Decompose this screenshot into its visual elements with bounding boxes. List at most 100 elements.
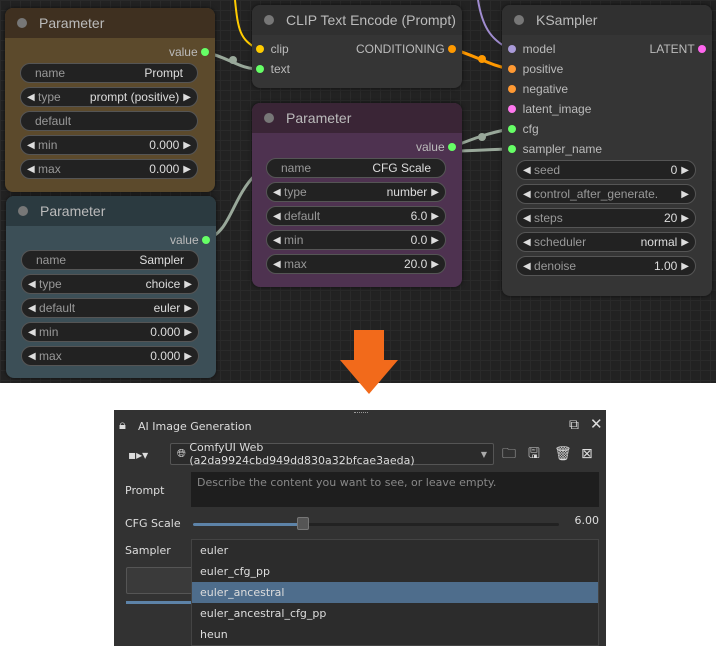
widget-default[interactable]: ◀ default 6.0 ▶ — [266, 206, 446, 226]
widget-control-after-generate[interactable]: ◀ control_after_generate. ▶ — [516, 184, 696, 204]
widget-max[interactable]: ◀ max 0.000 ▶ — [20, 159, 198, 179]
widget-steps[interactable]: ◀ steps 20 ▶ — [516, 208, 696, 228]
parameter-node-prompt[interactable]: Parameter value name Prompt ◀ type prompt … — [5, 8, 215, 192]
widget-max[interactable]: ◀ max 20.0 ▶ — [266, 254, 446, 274]
input-dot-icon[interactable] — [508, 105, 516, 113]
workspace-switch-icon[interactable]: ▪▸▾ — [128, 447, 148, 463]
sampler-dropdown-list[interactable]: euler euler_cfg_pp euler_ancestral euler_an… — [191, 539, 599, 646]
arrow-right-icon[interactable]: ▶ — [184, 351, 192, 362]
output-dot-icon[interactable] — [202, 236, 210, 244]
arrow-left-icon[interactable]: ◀ — [523, 165, 531, 176]
input-dot-icon[interactable] — [508, 65, 516, 73]
widget-denoise[interactable]: ◀ denoise 1.00 ▶ — [516, 256, 696, 276]
widget-seed[interactable]: ◀ seed 0 ▶ — [516, 160, 696, 180]
input-dot-icon[interactable] — [508, 45, 516, 53]
widget-min[interactable]: ◀ min 0.000 ▶ — [20, 135, 198, 155]
arrow-left-icon[interactable]: ◀ — [28, 279, 36, 290]
widget-min[interactable]: ◀ min 0.0 ▶ — [266, 230, 446, 250]
input-dot-icon[interactable] — [508, 145, 516, 153]
prompt-input[interactable]: Describe the content you want to see, or… — [191, 472, 599, 507]
arrow-left-icon[interactable]: ◀ — [523, 261, 531, 272]
widget-label: type — [38, 90, 61, 104]
arrow-right-icon[interactable]: ▶ — [681, 165, 689, 176]
widget-max[interactable]: ◀ max 0.000 ▶ — [21, 346, 199, 366]
sampler-option[interactable]: euler_ancestral_cfg_pp — [192, 603, 598, 624]
arrow-left-icon[interactable]: ◀ — [273, 235, 281, 246]
delete-icon[interactable]: 🗑︎ — [554, 446, 572, 462]
widget-type[interactable]: ◀ type number ▶ — [266, 182, 446, 202]
output-dot-icon[interactable] — [201, 48, 209, 56]
arrow-right-icon[interactable]: ▶ — [183, 92, 191, 103]
drag-handle[interactable] — [354, 412, 368, 414]
arrow-right-icon[interactable]: ▶ — [183, 140, 191, 151]
arrow-left-icon[interactable]: ◀ — [523, 237, 531, 248]
arrow-right-icon[interactable]: ▶ — [681, 261, 689, 272]
cfg-scale-slider[interactable] — [193, 523, 559, 526]
arrow-left-icon[interactable]: ◀ — [523, 213, 531, 224]
arrow-right-icon[interactable]: ▶ — [184, 327, 192, 338]
clip-text-encode-node[interactable]: CLIP Text Encode (Prompt) clip text COND… — [252, 5, 462, 88]
sampler-option[interactable]: euler_cfg_pp — [192, 561, 598, 582]
ksampler-node[interactable]: KSampler LATENT model positive negative … — [502, 5, 712, 296]
arrow-left-icon[interactable]: ◀ — [27, 92, 35, 103]
output-dot-icon[interactable] — [448, 45, 456, 53]
arrow-left-icon[interactable]: ◀ — [27, 164, 35, 175]
collapse-dot-icon[interactable] — [264, 113, 274, 123]
arrow-left-icon[interactable]: ◀ — [28, 351, 36, 362]
cfg-slider-handle[interactable] — [296, 517, 309, 530]
arrow-right-icon[interactable]: ▶ — [183, 164, 191, 175]
widget-type[interactable]: ◀ type prompt (positive) ▶ — [20, 87, 198, 107]
arrow-left-icon[interactable]: ◀ — [273, 259, 281, 270]
widget-label: default — [284, 209, 321, 223]
arrow-left-icon[interactable]: ◀ — [523, 189, 531, 200]
widget-scheduler[interactable]: ◀ scheduler normal ▶ — [516, 232, 696, 252]
arrow-right-icon[interactable]: ▶ — [431, 259, 439, 270]
sampler-option[interactable]: euler — [192, 540, 598, 561]
arrow-left-icon[interactable]: ◀ — [28, 303, 36, 314]
input-dot-icon[interactable] — [508, 85, 516, 93]
collapse-dot-icon[interactable] — [18, 206, 28, 216]
open-folder-icon[interactable]: 🗀︎ — [502, 446, 516, 462]
float-icon[interactable]: ⧉ — [569, 417, 579, 433]
input-dot-icon[interactable] — [256, 65, 264, 73]
widget-name[interactable]: name Prompt — [20, 63, 198, 83]
widget-default[interactable]: default — [20, 111, 198, 131]
close-icon[interactable]: ✕ — [590, 416, 603, 432]
arrow-right-icon[interactable]: ▶ — [681, 213, 689, 224]
widget-min[interactable]: ◀ min 0.000 ▶ — [21, 322, 199, 342]
sampler-option[interactable]: euler_ancestral — [192, 582, 598, 603]
collapse-dot-icon[interactable] — [264, 15, 274, 25]
arrow-right-icon[interactable]: ▶ — [184, 303, 192, 314]
input-dot-icon[interactable] — [256, 45, 264, 53]
connection-select[interactable]: 🌐︎ ComfyUI Web (a2da9924cbd949dd830a32bf… — [170, 441, 494, 467]
output-dot-icon[interactable] — [698, 45, 706, 53]
node-graph-canvas[interactable]: Parameter value name Prompt ◀ type prompt … — [0, 0, 716, 383]
widget-value: Prompt — [144, 66, 183, 80]
arrow-right-icon[interactable]: ▶ — [681, 189, 689, 200]
widget-label: default — [39, 301, 76, 315]
arrow-right-icon[interactable]: ▶ — [431, 211, 439, 222]
arrow-right-icon[interactable]: ▶ — [431, 187, 439, 198]
parameter-node-cfg[interactable]: Parameter value name CFG Scale ◀ type numb… — [252, 103, 462, 287]
widget-name[interactable]: name CFG Scale — [266, 158, 446, 178]
collapse-dot-icon[interactable] — [514, 15, 524, 25]
settings-icon[interactable]: ⊠ — [581, 446, 593, 462]
output-dot-icon[interactable] — [448, 143, 456, 151]
input-dot-icon[interactable] — [508, 125, 516, 133]
parameter-node-sampler[interactable]: Parameter value name Sampler ◀ type choice… — [6, 196, 216, 378]
arrow-left-icon[interactable]: ◀ — [27, 140, 35, 151]
lock-icon[interactable]: 🔒︎ — [119, 418, 126, 434]
widget-type[interactable]: ◀ type choice ▶ — [21, 274, 199, 294]
sampler-option[interactable]: heun — [192, 624, 598, 645]
arrow-right-icon[interactable]: ▶ — [431, 235, 439, 246]
generate-button[interactable] — [126, 567, 196, 594]
collapse-dot-icon[interactable] — [17, 18, 27, 28]
widget-default[interactable]: ◀ default euler ▶ — [21, 298, 199, 318]
arrow-left-icon[interactable]: ◀ — [273, 187, 281, 198]
arrow-left-icon[interactable]: ◀ — [273, 211, 281, 222]
arrow-right-icon[interactable]: ▶ — [681, 237, 689, 248]
widget-name[interactable]: name Sampler — [21, 250, 199, 270]
arrow-left-icon[interactable]: ◀ — [28, 327, 36, 338]
arrow-right-icon[interactable]: ▶ — [184, 279, 192, 290]
save-icon[interactable]: 🖫︎ — [528, 446, 540, 462]
